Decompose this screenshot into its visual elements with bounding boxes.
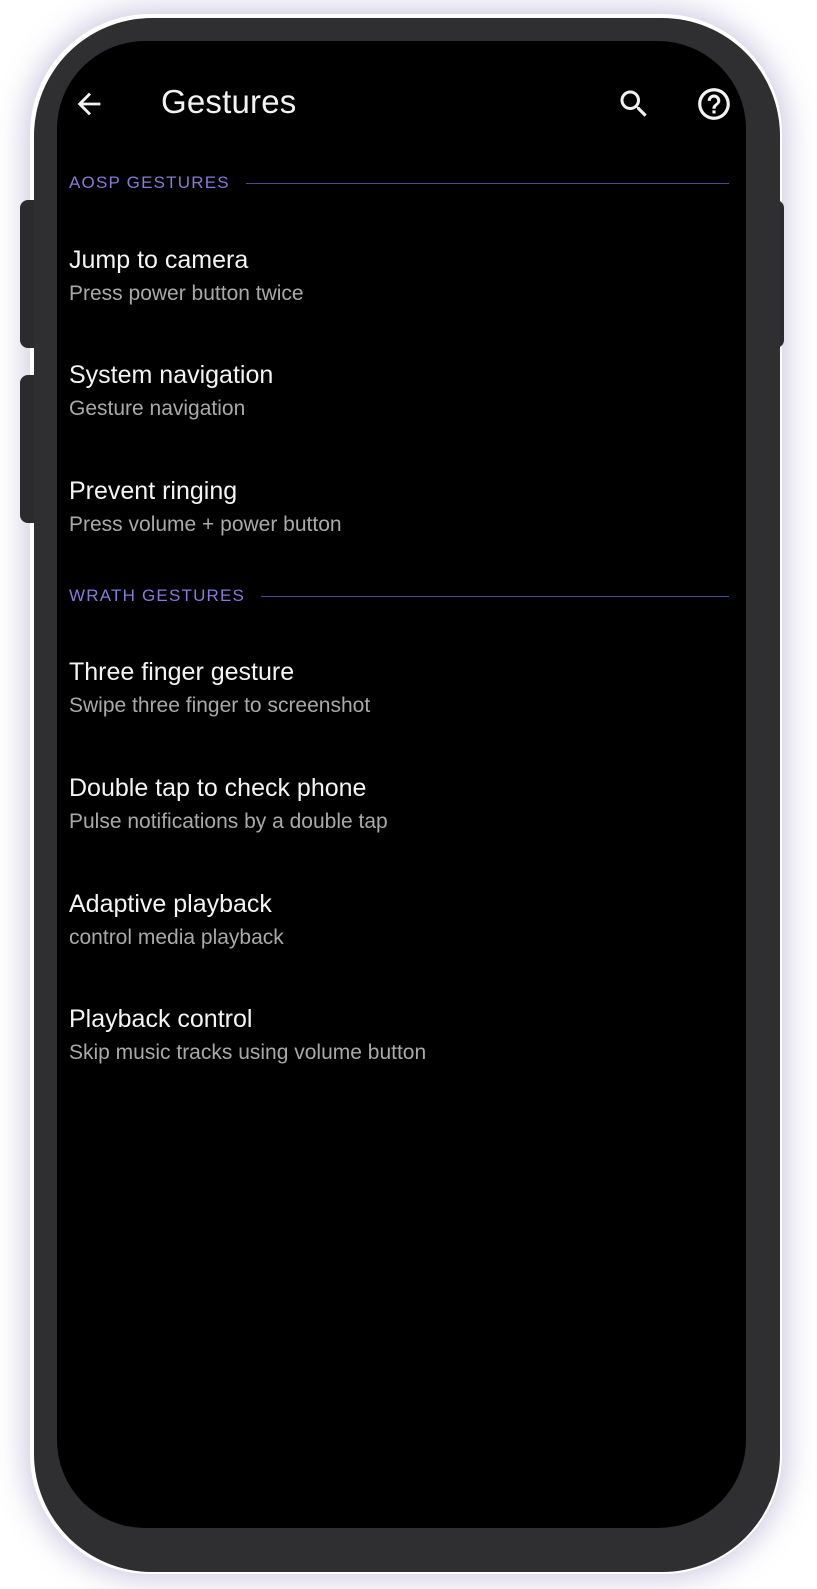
arrow-left-icon [77, 92, 101, 116]
help-button[interactable] [690, 80, 738, 128]
pref-double-tap-check-phone[interactable]: Double tap to check phone Pulse notifica… [57, 760, 746, 860]
section-header-wrath: WRATH GESTURES [69, 584, 729, 608]
back-button[interactable] [65, 80, 113, 128]
pref-summary: Press volume + power button [69, 513, 342, 536]
pref-title: Playback control [69, 1005, 253, 1033]
pref-summary: control media playback [69, 926, 284, 949]
search-button[interactable] [610, 80, 658, 128]
pref-title: Three finger gesture [69, 658, 295, 686]
section-divider [245, 182, 729, 184]
page-title: Gestures [161, 83, 297, 120]
pref-playback-control[interactable]: Playback control Skip music tracks using… [57, 991, 746, 1091]
device-mockup: Gestures AOSP GESTURES Jump to camera Pr… [0, 0, 817, 1589]
pref-title: Prevent ringing [69, 477, 238, 505]
pref-title: Double tap to check phone [69, 774, 367, 802]
screen: Gestures AOSP GESTURES Jump to camera Pr… [57, 41, 746, 1528]
app-bar: Gestures [57, 41, 746, 167]
section-header-aosp: AOSP GESTURES [69, 171, 729, 195]
pref-title: Adaptive playback [69, 890, 272, 918]
pref-system-navigation[interactable]: System navigation Gesture navigation [57, 347, 746, 447]
section-divider [261, 595, 729, 597]
pref-summary: Swipe three finger to screenshot [69, 694, 371, 717]
pref-title: System navigation [69, 361, 274, 389]
section-label: AOSP GESTURES [69, 173, 230, 192]
pref-title: Jump to camera [69, 246, 249, 274]
help-icon [698, 88, 730, 120]
search-icon [620, 90, 647, 117]
section-label: WRATH GESTURES [69, 586, 246, 605]
pref-prevent-ringing[interactable]: Prevent ringing Press volume + power but… [57, 463, 746, 563]
pref-summary: Skip music tracks using volume button [69, 1041, 427, 1064]
pref-summary: Gesture navigation [69, 397, 246, 420]
pref-summary: Pulse notifications by a double tap [69, 810, 388, 833]
pref-summary: Press power button twice [69, 282, 304, 305]
pref-three-finger-gesture[interactable]: Three finger gesture Swipe three finger … [57, 644, 746, 744]
pref-adaptive-playback[interactable]: Adaptive playback control media playback [57, 876, 746, 976]
pref-jump-to-camera[interactable]: Jump to camera Press power button twice [57, 232, 746, 332]
